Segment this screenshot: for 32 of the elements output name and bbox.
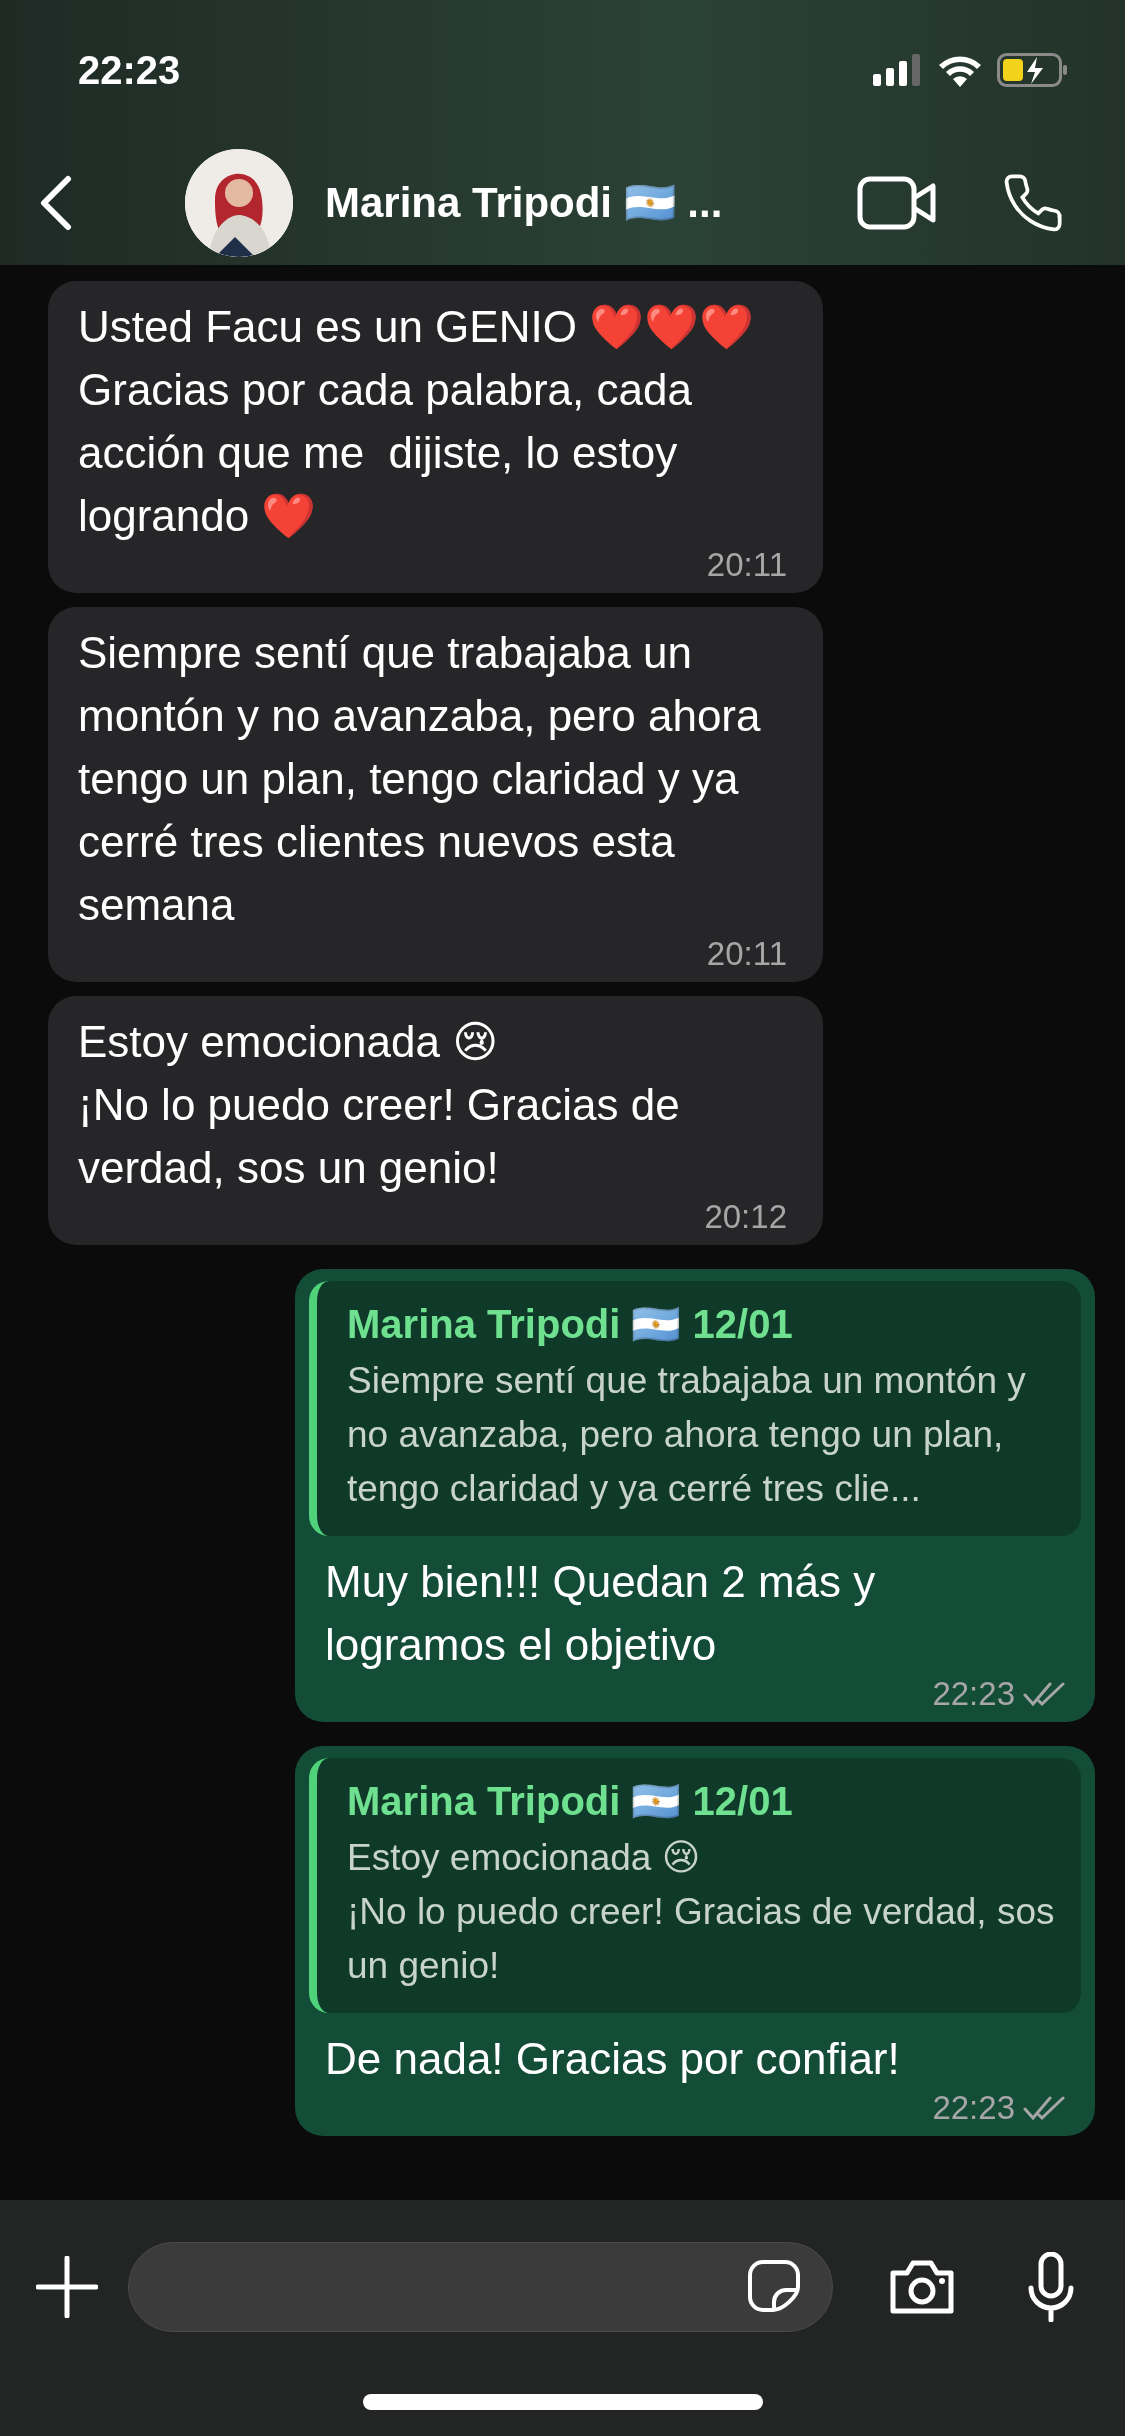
message-bubble[interactable]: Siempre sentí que trabajaba un montón y no avanzaba, pero ahora tengo un plan, tengo claridad y ya cerré tres clientes nuevos esta semana 20:11 (48, 607, 823, 982)
message-time: 20:12 (704, 1198, 787, 1236)
message-text: De nada! Gracias por confiar! (324, 2033, 901, 2085)
message-text: Muy bien!!! Quedan 2 más y logramos el objetivo (324, 1556, 877, 1671)
quote-text: Siempre sentí que trabajaba un montón y no avanzaba, pero ahora tengo un plan, tengo claridad y ya cerré tres clie... (347, 1359, 1027, 1511)
message-bubble[interactable]: Marina Tripodi 🇦🇷 12/01 Estoy emocionada 😢 ¡No lo puedo creer! Gracias de verdad, sos un genio! De nada! Gracias por confiar! 22:23 (295, 1746, 1095, 2136)
video-call-button[interactable] (857, 175, 937, 230)
add-button[interactable] (36, 2256, 98, 2318)
message-text: Estoy emocionada 😢 ¡No lo puedo creer! Gracias de verdad, sos un genio! (78, 1016, 681, 1194)
message-bubble[interactable]: Estoy emocionada 😢 ¡No lo puedo creer! Gracias de verdad, sos un genio! 20:12 (48, 996, 823, 1245)
quote-text: Estoy emocionada 😢 ¡No lo puedo creer! Gracias de verdad, sos un genio! (347, 1836, 1056, 1988)
message-bubble[interactable]: Usted Facu es un GENIO ❤❤❤Gracias por cada palabra, cada acción que me dijiste, lo estoy logrando ❤ 20:11 (48, 281, 823, 593)
signal-icon (873, 54, 923, 86)
wifi-icon (937, 53, 983, 87)
double-check-icon (1023, 1681, 1067, 1707)
message-text: Usted Facu es un GENIO ❤❤❤Gracias por cada palabra, cada acción que me dijiste, lo estoy logrando ❤ (78, 301, 756, 542)
quoted-message[interactable]: Marina Tripodi 🇦🇷 12/01 Siempre sentí que trabajaba un montón y no avanzaba, pero ahora tengo un plan, tengo claridad y ya cerré tres clie... (309, 1281, 1081, 1536)
battery-icon (997, 53, 1069, 87)
quote-author: Marina Tripodi 🇦🇷 12/01 (347, 1778, 794, 1825)
message-time: 22:23 (932, 1675, 1015, 1713)
message-bubble[interactable]: Marina Tripodi 🇦🇷 12/01 Siempre sentí que trabajaba un montón y no avanzaba, pero ahora tengo un plan, tengo claridad y ya cerré tres clie... Muy bien!!! Quedan 2 más y logramos el objetivo 22:23 (295, 1269, 1095, 1722)
status-time: 22:23 (78, 47, 181, 93)
quoted-message[interactable]: Marina Tripodi 🇦🇷 12/01 Estoy emocionada 😢 ¡No lo puedo creer! Gracias de verdad, sos un genio! (309, 1758, 1081, 2013)
sticker-icon[interactable] (746, 2259, 802, 2315)
message-time: 20:11 (706, 935, 787, 973)
contact-name[interactable]: Marina Tripodi 🇦🇷 ... (325, 178, 817, 227)
message-time: 22:23 (932, 2089, 1015, 2127)
quote-author: Marina Tripodi 🇦🇷 12/01 (347, 1301, 794, 1348)
message-text: Siempre sentí que trabajaba un montón y no avanzaba, pero ahora tengo un plan, tengo claridad y ya cerré tres clientes nuevos esta semana (78, 627, 762, 931)
message-time: 20:11 (706, 546, 787, 584)
microphone-button[interactable] (1027, 2252, 1075, 2322)
double-check-icon (1023, 2095, 1067, 2121)
